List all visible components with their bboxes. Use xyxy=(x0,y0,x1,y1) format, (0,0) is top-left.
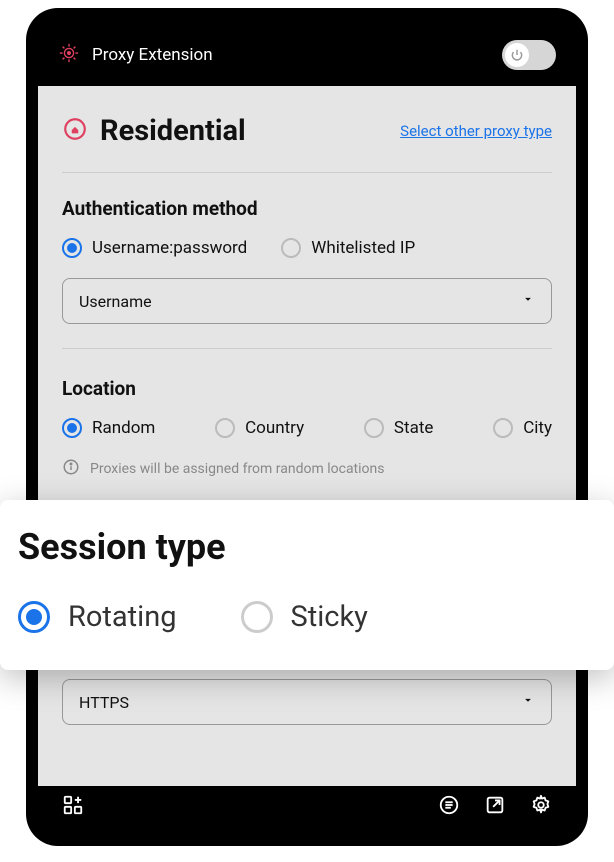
location-section-title: Location xyxy=(62,377,552,400)
location-section: Location Random Country State City xyxy=(62,377,552,480)
chevron-down-icon xyxy=(521,693,535,711)
list-icon[interactable] xyxy=(438,794,460,820)
page-title: Residential xyxy=(100,114,246,148)
header-left: Proxy Extension xyxy=(58,42,213,68)
auth-option-userpass[interactable]: Username:password xyxy=(62,238,247,258)
bottom-right xyxy=(438,794,552,820)
location-option-country[interactable]: Country xyxy=(215,418,304,438)
power-toggle[interactable] xyxy=(502,40,556,70)
select-value: Username xyxy=(79,292,152,311)
select-value: HTTPS xyxy=(79,693,129,712)
location-info-text: Proxies will be assigned from random loc… xyxy=(90,461,385,477)
auth-option-whitelisted[interactable]: Whitelisted IP xyxy=(281,238,415,258)
location-option-city[interactable]: City xyxy=(493,418,552,438)
residential-icon xyxy=(62,116,88,146)
info-icon xyxy=(62,458,80,480)
header-title: Proxy Extension xyxy=(92,45,213,65)
target-icon xyxy=(58,42,80,68)
auth-section-title: Authentication method xyxy=(62,197,552,220)
radio-label: Sticky xyxy=(291,600,368,634)
session-type-overlay: Session type Rotating Sticky xyxy=(0,500,614,670)
radio-icon xyxy=(364,418,384,438)
radio-icon xyxy=(215,418,235,438)
header: Proxy Extension xyxy=(38,20,576,86)
chevron-down-icon xyxy=(521,292,535,310)
session-radio-row: Rotating Sticky xyxy=(18,600,584,634)
radio-label: Random xyxy=(92,418,155,438)
protocol-select[interactable]: HTTPS xyxy=(62,679,552,725)
location-option-random[interactable]: Random xyxy=(62,418,155,438)
radio-label: Rotating xyxy=(68,600,177,634)
radio-label: State xyxy=(394,418,433,438)
toggle-knob xyxy=(505,43,529,67)
content: Residential Select other proxy type Auth… xyxy=(38,86,576,786)
radio-label: Username:password xyxy=(92,238,247,258)
select-other-proxy-link[interactable]: Select other proxy type xyxy=(400,122,552,140)
session-option-sticky[interactable]: Sticky xyxy=(241,600,368,634)
location-info-row: Proxies will be assigned from random loc… xyxy=(62,458,552,480)
session-option-rotating[interactable]: Rotating xyxy=(18,600,177,634)
radio-label: City xyxy=(523,418,552,438)
radio-icon xyxy=(241,601,273,633)
username-select[interactable]: Username xyxy=(62,278,552,324)
settings-icon[interactable] xyxy=(530,794,552,820)
radio-icon xyxy=(62,238,82,258)
radio-icon xyxy=(18,601,50,633)
radio-icon xyxy=(62,418,82,438)
radio-icon xyxy=(281,238,301,258)
open-external-icon[interactable] xyxy=(484,794,506,820)
apps-icon[interactable] xyxy=(62,794,84,820)
session-section-title: Session type xyxy=(18,526,584,568)
divider xyxy=(62,348,552,349)
title-row: Residential Select other proxy type xyxy=(62,114,552,148)
location-radio-row: Random Country State City xyxy=(62,418,552,438)
device-frame: Proxy Extension Residential xyxy=(26,8,588,846)
location-option-state[interactable]: State xyxy=(364,418,433,438)
bottom-nav xyxy=(38,780,576,834)
radio-label: Whitelisted IP xyxy=(311,238,415,258)
divider xyxy=(62,172,552,173)
radio-icon xyxy=(493,418,513,438)
auth-radio-row: Username:password Whitelisted IP xyxy=(62,238,552,258)
auth-section: Authentication method Username:password … xyxy=(62,197,552,349)
title-left: Residential xyxy=(62,114,246,148)
radio-label: Country xyxy=(245,418,304,438)
